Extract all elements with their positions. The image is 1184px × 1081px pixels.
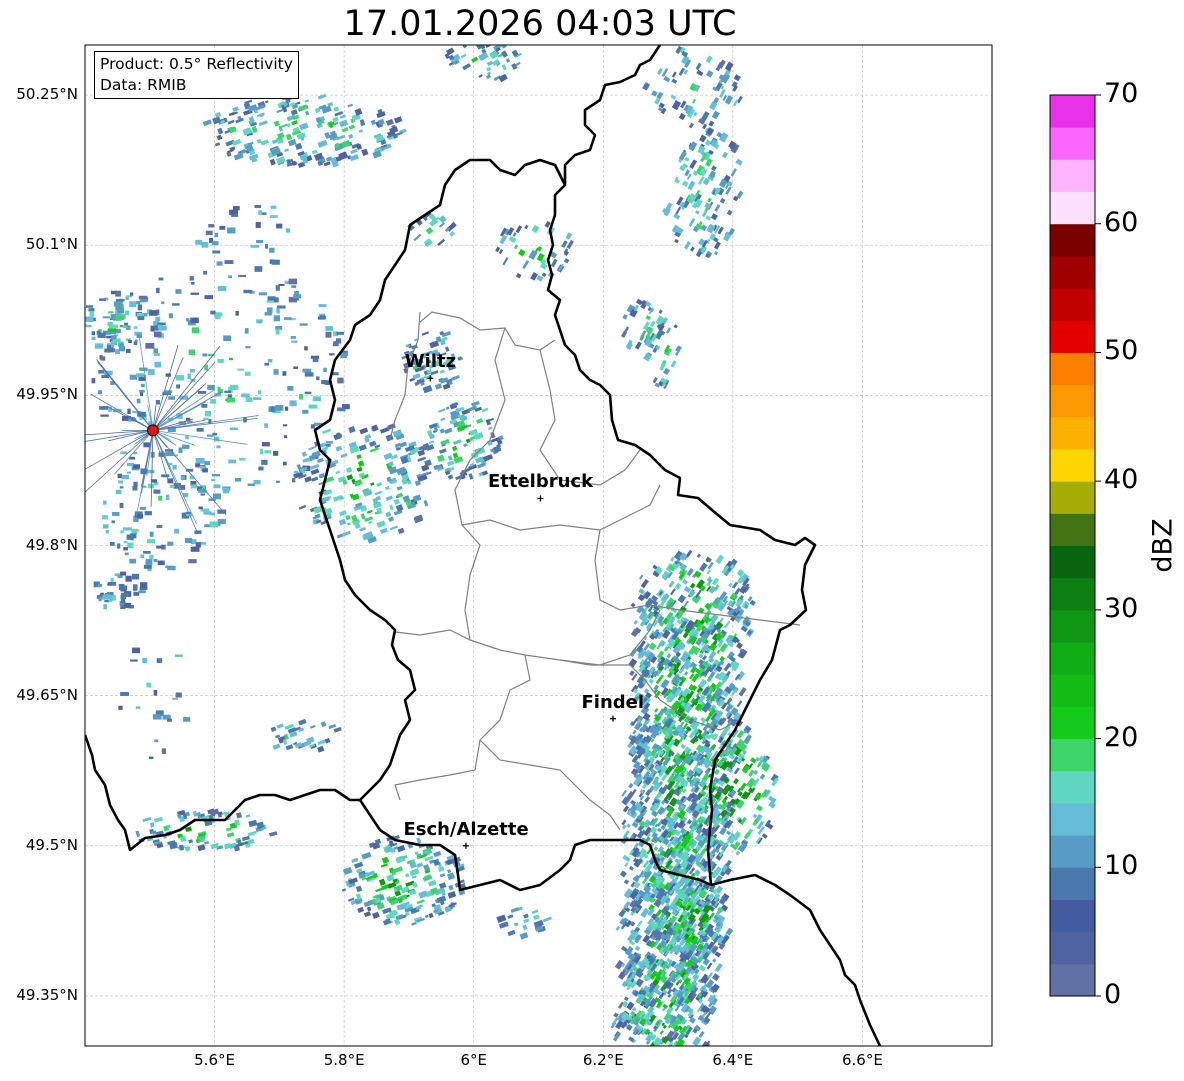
colorbar	[1050, 94, 1101, 997]
lat-tick-label: 50.1°N	[25, 235, 78, 254]
gridlines	[85, 45, 992, 1046]
lat-tick-label: 49.95°N	[16, 385, 78, 404]
lat-tick-label: 49.5°N	[25, 835, 78, 854]
colorbar-segment	[1050, 159, 1095, 193]
colorbar-segment	[1050, 320, 1095, 353]
city-label: Esch/Alzette	[403, 818, 529, 840]
reflectivity-echoes	[85, 45, 779, 1046]
colorbar-segment	[1050, 352, 1095, 386]
city-label: Wiltz	[404, 351, 457, 373]
city-label: Findel	[581, 691, 645, 713]
lon-tick-label: 6.2°E	[582, 1051, 624, 1069]
radar-map	[84, 44, 1101, 1047]
colorbar-segment	[1050, 577, 1095, 611]
colorbar-segment	[1050, 255, 1095, 289]
lat-tick-label: 49.65°N	[16, 685, 78, 704]
colorbar-segment	[1050, 127, 1095, 160]
colorbar-segment	[1050, 95, 1095, 128]
city-label: Ettelbruck	[487, 471, 594, 493]
colorbar-tick-label: 10	[1104, 850, 1139, 882]
colorbar-segment	[1050, 867, 1095, 900]
colorbar-segment	[1050, 448, 1095, 482]
colorbar-tick-label: 0	[1104, 979, 1122, 1010]
colorbar-segment	[1050, 706, 1095, 740]
lat-tick-label: 49.8°N	[25, 535, 78, 554]
colorbar-segment	[1050, 384, 1095, 418]
colorbar-tick-label: 30	[1104, 592, 1139, 624]
colorbar-segment	[1050, 770, 1095, 804]
lat-tick-label: 50.25°N	[16, 85, 78, 104]
product-label: Product: 0.5° Reflectivity	[100, 55, 293, 73]
colorbar-segment	[1050, 288, 1095, 321]
colorbar-segment	[1050, 674, 1095, 707]
colorbar-segment	[1050, 899, 1095, 933]
lon-tick-label: 5.8°E	[323, 1051, 365, 1069]
lon-tick-label: 5.6°E	[194, 1051, 235, 1069]
colorbar-label: dBZ	[1147, 518, 1179, 573]
colorbar-segment	[1050, 481, 1095, 514]
colorbar-segment	[1050, 191, 1095, 225]
colorbar-tick-label: 20	[1104, 721, 1139, 753]
colorbar-segment	[1050, 416, 1095, 450]
data-source-label: Data: RMIB	[100, 76, 187, 94]
colorbar-segment	[1050, 513, 1095, 546]
colorbar-tick-label: 40	[1104, 464, 1139, 496]
colorbar-tick-label: 60	[1104, 206, 1139, 238]
lon-tick-label: 6.6°E	[842, 1051, 883, 1069]
product-info-box: Product: 0.5° Reflectivity Data: RMIB	[94, 51, 299, 99]
colorbar-tick-label: 70	[1104, 78, 1139, 109]
radar-site-marker	[147, 424, 160, 437]
colorbar-segment	[1050, 223, 1095, 257]
colorbar-segment	[1050, 931, 1095, 965]
colorbar-segment	[1050, 802, 1095, 836]
colorbar-segment	[1050, 642, 1095, 675]
colorbar-segment	[1050, 835, 1095, 868]
lat-tick-label: 49.35°N	[16, 985, 78, 1004]
lon-tick-label: 6°E	[460, 1051, 487, 1069]
colorbar-segment	[1050, 963, 1095, 997]
colorbar-tick-label: 50	[1104, 335, 1139, 367]
colorbar-segment	[1050, 738, 1095, 772]
colorbar-segment	[1050, 609, 1095, 643]
colorbar-segment	[1050, 545, 1095, 579]
lon-tick-label: 6.4°E	[712, 1051, 754, 1069]
